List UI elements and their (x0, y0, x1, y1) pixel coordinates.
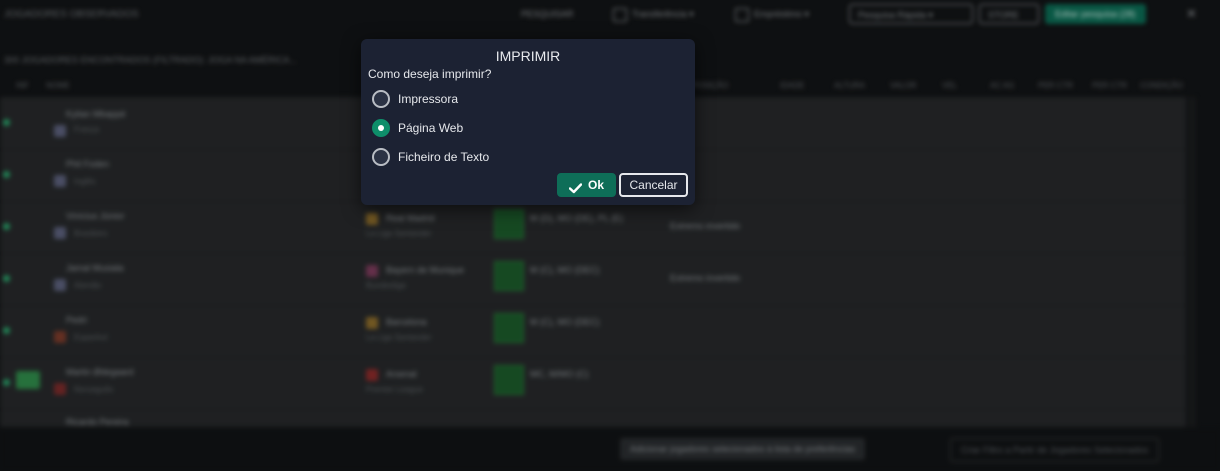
dialog-title: IMPRIMIR (495, 48, 561, 64)
option-label: Ficheiro de Texto (398, 150, 490, 164)
print-dialog: IMPRIMIR Como deseja imprimir? Impressor… (361, 39, 695, 205)
dialog-question: Como deseja imprimir? (368, 67, 492, 81)
radio-icon[interactable] (372, 148, 390, 166)
ok-label: Ok (588, 178, 605, 192)
ok-button[interactable]: Ok (557, 173, 616, 197)
checkmark-icon (568, 179, 583, 201)
option-label: Impressora (398, 92, 459, 106)
radio-selected-icon[interactable] (372, 119, 390, 137)
radio-icon[interactable] (372, 90, 390, 108)
cancel-button[interactable]: Cancelar (619, 173, 688, 197)
option-label: Página Web (398, 121, 464, 135)
